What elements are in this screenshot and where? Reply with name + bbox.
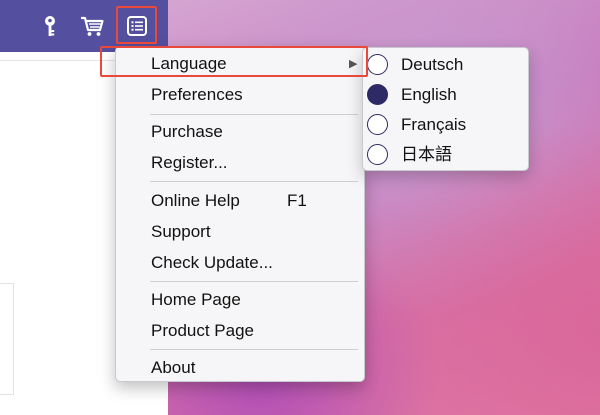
- menu-item-label: Register...: [151, 153, 228, 172]
- menu-separator: [150, 114, 358, 115]
- content-divider: [0, 60, 116, 61]
- menu-item-support[interactable]: Support: [116, 218, 364, 246]
- menu-item-label: Check Update...: [151, 253, 273, 272]
- language-option-japanese[interactable]: 日本語: [363, 140, 528, 170]
- menu-item-about[interactable]: About: [116, 354, 364, 382]
- radio-button[interactable]: [367, 54, 388, 75]
- menu-separator: [150, 349, 358, 350]
- menu-item-label: Home Page: [151, 290, 241, 309]
- menu-item-product-page[interactable]: Product Page: [116, 317, 364, 345]
- menu-item-purchase[interactable]: Purchase: [116, 118, 364, 146]
- radio-button-selected[interactable]: [367, 84, 388, 105]
- language-label: Deutsch: [401, 55, 464, 74]
- language-submenu: Deutsch English Français 日本語: [362, 47, 529, 171]
- cart-icon[interactable]: [78, 12, 106, 40]
- titlebar: [0, 0, 168, 52]
- language-label: English: [401, 85, 457, 104]
- radio-button[interactable]: [367, 114, 388, 135]
- menu-item-language[interactable]: Language ▶: [116, 50, 364, 78]
- key-icon[interactable]: [36, 12, 64, 40]
- menu-item-preferences[interactable]: Preferences: [116, 81, 364, 109]
- submenu-arrow-icon: ▶: [349, 58, 358, 70]
- radio-button[interactable]: [367, 144, 388, 165]
- menu-separator: [150, 281, 358, 282]
- menu-item-label: Preferences: [151, 85, 243, 104]
- menu-item-label: Support: [151, 222, 211, 241]
- menu-item-label: About: [151, 358, 196, 377]
- app-menu: Language ▶ Preferences Purchase Register…: [115, 46, 365, 382]
- menu-item-label: Product Page: [151, 321, 255, 340]
- menu-item-label: Language: [151, 54, 227, 73]
- menu-list-icon[interactable]: [123, 12, 151, 40]
- menu-separator: [150, 181, 358, 182]
- language-option-francais[interactable]: Français: [363, 110, 528, 140]
- menu-item-online-help[interactable]: Online Help F1: [116, 187, 364, 215]
- menu-item-home-page[interactable]: Home Page: [116, 286, 364, 314]
- language-option-deutsch[interactable]: Deutsch: [363, 50, 528, 80]
- menu-item-label: Purchase: [151, 122, 223, 141]
- menu-item-check-update[interactable]: Check Update...: [116, 249, 364, 277]
- menu-item-label: Online Help: [151, 191, 240, 210]
- language-label: 日本語: [401, 145, 452, 164]
- side-panel: [0, 283, 14, 395]
- language-option-english[interactable]: English: [363, 80, 528, 110]
- menu-item-register[interactable]: Register...: [116, 149, 364, 177]
- language-label: Français: [401, 115, 467, 134]
- shortcut-label: F1: [287, 191, 307, 210]
